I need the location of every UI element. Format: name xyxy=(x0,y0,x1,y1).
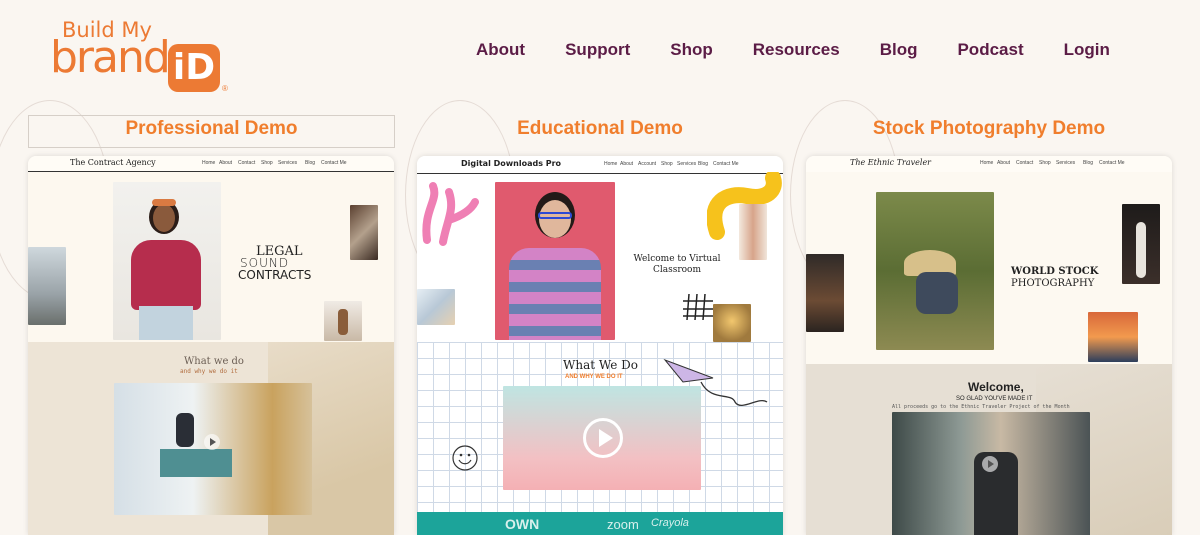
hero-headline-line2: PHOTOGRAPHY xyxy=(1011,278,1095,289)
logo-text-main: brand xyxy=(50,32,171,83)
professional-demo-preview[interactable]: The Contract Agency Home About Contact S… xyxy=(28,156,394,535)
sunset-photo xyxy=(1088,312,1138,362)
preview-site-name: The Ethnic Traveler xyxy=(850,158,932,167)
city-photo xyxy=(28,247,66,325)
section-subtitle: and why we do it xyxy=(180,368,238,375)
preview-nav-item: Services xyxy=(1056,160,1076,166)
preview-nav-item: Contact xyxy=(1016,160,1034,166)
nav-shop[interactable]: Shop xyxy=(670,40,713,64)
nav-resources[interactable]: Resources xyxy=(753,40,840,64)
preview-nav-item: Home xyxy=(604,161,618,167)
nav-blog[interactable]: Blog xyxy=(880,40,918,64)
preview-nav-item: Contact Me xyxy=(1099,160,1125,166)
logo-badge: iD xyxy=(168,44,220,92)
preview-nav-item: Contact xyxy=(238,160,256,166)
preview-header: The Ethnic Traveler Home About Contact S… xyxy=(806,156,1172,172)
preview-nav-item: Home xyxy=(980,160,994,166)
preview-nav-item: Services xyxy=(677,161,697,167)
preview-nav-item: Shop xyxy=(1039,160,1051,166)
educational-demo-title[interactable]: Educational Demo xyxy=(417,118,783,140)
logo-registered: ® xyxy=(222,84,228,93)
section-title: What we do xyxy=(184,356,244,367)
stock-photography-demo-preview[interactable]: The Ethnic Traveler Home About Contact S… xyxy=(806,156,1172,535)
brand-logo[interactable]: Build My brand iD ® xyxy=(50,18,230,93)
video-thumbnail[interactable] xyxy=(114,383,312,515)
art-supplies-photo xyxy=(417,289,455,325)
preview-hero: LEGAL SOUND CONTRACTS xyxy=(28,172,394,342)
woman-glasses-portrait-photo xyxy=(495,182,615,340)
section-note: All proceeds go to the Ethnic Traveler P… xyxy=(892,404,1070,410)
preview-nav-item: Contact Me xyxy=(713,161,739,167)
pink-squiggle-decoration xyxy=(422,182,479,246)
preview-nav-item: Shop xyxy=(661,161,673,167)
video-thumbnail[interactable] xyxy=(892,412,1090,535)
preview-nav-item: About xyxy=(219,160,233,166)
hash-doodle xyxy=(683,293,713,321)
lantern-photo xyxy=(806,254,844,332)
nav-support[interactable]: Support xyxy=(565,40,630,64)
partner-logo: Crayola xyxy=(651,517,689,529)
preview-section: What we do and why we do it xyxy=(28,342,394,535)
partner-logo: OWN xyxy=(505,516,540,532)
preview-nav-item: Blog xyxy=(698,161,709,167)
smiley-doodle xyxy=(452,445,478,471)
stock-photography-demo-title[interactable]: Stock Photography Demo xyxy=(806,118,1172,140)
hero-headline-line1: WORLD STOCK xyxy=(1011,266,1099,277)
section-title: What We Do xyxy=(563,358,638,372)
office-photo xyxy=(350,205,378,260)
statue-photo xyxy=(324,301,362,341)
nav-podcast[interactable]: Podcast xyxy=(957,40,1023,64)
crowned-crane-photo xyxy=(1122,204,1160,284)
section-subtitle: SO GLAD YOU'VE MADE IT xyxy=(956,396,1033,402)
preview-nav-item: Blog xyxy=(305,160,316,166)
preview-nav-item: About xyxy=(620,161,634,167)
professional-demo-title[interactable]: Professional Demo xyxy=(28,118,395,140)
preview-site-name: The Contract Agency xyxy=(70,158,156,167)
nav-login[interactable]: Login xyxy=(1064,40,1110,64)
preview-nav-item: Blog xyxy=(1083,160,1094,166)
woman-portrait-photo xyxy=(113,182,221,340)
child-photo xyxy=(713,304,751,342)
play-icon[interactable] xyxy=(583,418,623,458)
hero-headline-line3: CONTRACTS xyxy=(238,268,312,282)
main-nav: About Support Shop Resources Blog Podcas… xyxy=(456,40,1130,64)
hero-headline: Welcome to Virtual Classroom xyxy=(633,254,721,275)
preview-section: Welcome, SO GLAD YOU'VE MADE IT All proc… xyxy=(806,364,1172,535)
play-icon[interactable] xyxy=(982,456,998,472)
preview-nav-item: Contact Me xyxy=(321,160,347,166)
partner-logo: zoom xyxy=(607,517,639,532)
preview-nav-item: Home xyxy=(202,160,216,166)
preview-nav-item: Shop xyxy=(261,160,273,166)
play-icon[interactable] xyxy=(204,434,220,450)
preview-section: What We Do AND WHY WE DO IT xyxy=(417,342,783,512)
preview-hero: Welcome to Virtual Classroom xyxy=(417,172,783,342)
rice-farmer-photo xyxy=(876,192,994,350)
preview-header: The Contract Agency Home About Contact S… xyxy=(28,156,394,172)
preview-nav-item: Account xyxy=(638,161,657,167)
video-thumbnail[interactable] xyxy=(503,386,701,490)
preview-site-name: Digital Downloads Pro xyxy=(461,159,562,168)
preview-nav-item: Services xyxy=(278,160,298,166)
educational-demo-preview[interactable]: Digital Downloads Pro Home About Account… xyxy=(417,156,783,535)
preview-hero: WORLD STOCK PHOTOGRAPHY xyxy=(806,172,1172,364)
preview-nav-item: About xyxy=(997,160,1011,166)
section-title: Welcome, xyxy=(968,380,1024,394)
section-subtitle: AND WHY WE DO IT xyxy=(565,374,623,380)
nav-about[interactable]: About xyxy=(476,40,525,64)
partner-logos-strip: OWN zoom Crayola xyxy=(417,512,783,535)
pencils-photo xyxy=(739,204,767,260)
